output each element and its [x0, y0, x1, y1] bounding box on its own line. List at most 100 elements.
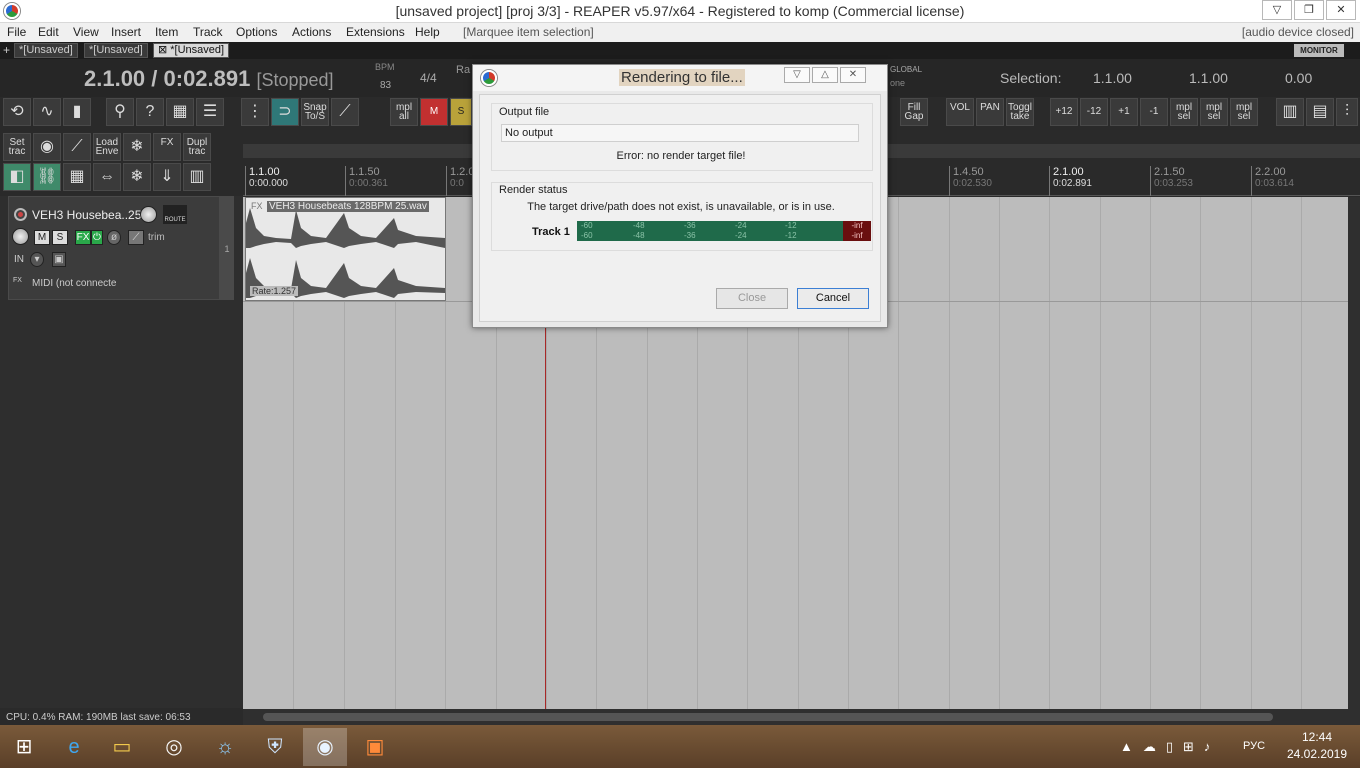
clock-time[interactable]: 12:44 [1282, 730, 1352, 744]
system-tray-icons[interactable]: ▲☁▯⊞♪ [1120, 739, 1220, 755]
list-icon[interactable]: ☰ [196, 98, 224, 126]
menu-edit[interactable]: Edit [38, 25, 59, 39]
duplicate-track-button[interactable]: Dupl trac [183, 133, 211, 161]
volume-knob[interactable] [140, 206, 157, 223]
dialog-collapse-button[interactable]: ▽ [784, 67, 810, 83]
route-button[interactable]: ROUTE [163, 205, 187, 224]
load-envelope-button[interactable]: Load Enve [93, 133, 121, 161]
midi-input-label[interactable]: MIDI (not connecte [32, 278, 116, 289]
menu-extensions[interactable]: Extensions [346, 25, 405, 39]
project-tab-3[interactable]: ⊠ *[Unsaved] [153, 43, 230, 58]
selection-end[interactable]: 1.1.00 [1189, 70, 1228, 86]
fx-chain-button[interactable]: FX [75, 230, 91, 245]
selection-length[interactable]: 0.00 [1285, 70, 1312, 86]
mpl-sel-button-1[interactable]: mpl sel [1170, 98, 1198, 126]
slides-icon[interactable]: ▣ [353, 728, 397, 766]
plus12-button[interactable]: +12 [1050, 98, 1078, 126]
mpl-all-button[interactable]: mpl all [390, 98, 418, 126]
grid-icon[interactable]: ⋮ [241, 98, 269, 126]
help-icon[interactable]: ? [136, 98, 164, 126]
toggle-take-button[interactable]: Toggl take [1006, 98, 1034, 126]
minimize-button[interactable]: ▽ [1262, 0, 1292, 20]
new-tab-button[interactable]: + [3, 43, 10, 57]
minus12-button[interactable]: -12 [1080, 98, 1108, 126]
pan-knob[interactable] [12, 228, 29, 245]
menu-help[interactable]: Help [415, 25, 440, 39]
scroll-thumb[interactable] [263, 713, 1273, 721]
eye-icon[interactable]: ◉ [33, 133, 61, 161]
solo-button[interactable]: S [52, 230, 68, 245]
solo-all-button[interactable]: S [450, 98, 472, 126]
automation-icon[interactable]: ⟋ [63, 133, 91, 161]
mute-all-button[interactable]: M [420, 98, 448, 126]
input-fx-icon[interactable]: FX [13, 277, 22, 284]
envelope-icon[interactable]: ⟋ [331, 98, 359, 126]
automation-mode[interactable]: one [890, 78, 905, 88]
chevron-down-icon[interactable]: ▾ [30, 252, 44, 267]
pan-button[interactable]: PAN [976, 98, 1004, 126]
wave-icon[interactable]: ∿ [33, 98, 61, 126]
chrome-icon[interactable]: ◎ [152, 728, 196, 766]
brush-icon[interactable]: ▮ [63, 98, 91, 126]
mpl-sel-button-2[interactable]: mpl sel [1200, 98, 1228, 126]
snap-icon[interactable]: ⊃ [271, 98, 299, 126]
windows-start-icon[interactable]: ⊞ [2, 728, 46, 766]
piano-icon[interactable]: ▥ [1276, 98, 1304, 126]
dialog-maximize-button[interactable]: △ [812, 67, 838, 83]
bpm-value[interactable]: 83 [380, 80, 391, 91]
menu-track[interactable]: Track [193, 25, 223, 39]
track-header[interactable]: VEH3 Housebea..25 ROUTE M S FX ⏻ ø ⟋ tri… [8, 196, 220, 300]
freeze-icon[interactable]: ❄ [123, 133, 151, 161]
time-signature[interactable]: 4/4 [420, 71, 437, 85]
menu-file[interactable]: File [7, 25, 26, 39]
phase-icon[interactable]: ø [107, 230, 121, 245]
loop-icon[interactable]: ⟲ [3, 98, 31, 126]
snap-button[interactable]: Snap To/S [301, 98, 329, 126]
media-item[interactable]: FX VEH3 Housebeats 128BPM 25.wav Rate:1.… [245, 197, 446, 301]
fader-icon[interactable]: ⫶ [1336, 98, 1358, 126]
project-tab-1[interactable]: *[Unsaved] [14, 43, 78, 58]
menu-view[interactable]: View [73, 25, 99, 39]
sun-app-icon[interactable]: ☼ [203, 728, 247, 766]
grid-select-icon[interactable]: ▦ [63, 163, 91, 191]
item-icon[interactable]: ◧ [3, 163, 31, 191]
shield-icon[interactable]: ⛨ [253, 728, 297, 766]
fx-bypass-icon[interactable]: ⏻ [91, 230, 103, 245]
record-arm-button[interactable] [14, 208, 27, 221]
mixer-icon[interactable]: ▤ [1306, 98, 1334, 126]
mpl-sel-button-3[interactable]: mpl sel [1230, 98, 1258, 126]
set-track-button[interactable]: Set trac [3, 133, 31, 161]
minus1-button[interactable]: -1 [1140, 98, 1168, 126]
track-name[interactable]: VEH3 Housebea..25 [32, 208, 141, 222]
menu-actions[interactable]: Actions [292, 25, 331, 39]
render-icon[interactable]: ⇓ [153, 163, 181, 191]
automation-trim-label[interactable]: trim [148, 232, 165, 243]
language-indicator[interactable]: РУС [1243, 740, 1265, 752]
item-fx-label[interactable]: FX [251, 201, 263, 211]
menu-options[interactable]: Options [236, 25, 277, 39]
file-explorer-icon[interactable]: ▭ [100, 728, 144, 766]
unfreeze-icon[interactable]: ❄ [123, 163, 151, 191]
cancel-render-button[interactable]: Cancel [797, 288, 869, 309]
horizontal-scrollbar[interactable] [243, 709, 1360, 725]
search-icon[interactable]: ⚲ [106, 98, 134, 126]
close-button[interactable]: ✕ [1326, 0, 1356, 20]
monitor-icon[interactable]: ▣ [52, 252, 66, 267]
ripple-icon[interactable]: ⇔ [93, 163, 121, 191]
clock-date[interactable]: 24.02.2019 [1282, 747, 1352, 761]
audio-device-status[interactable]: [audio device closed] [1242, 25, 1354, 39]
color-picker-icon[interactable]: ▥ [183, 163, 211, 191]
link-icon[interactable]: ⛓ [33, 163, 61, 191]
color-icon[interactable]: ▦ [166, 98, 194, 126]
menu-item[interactable]: Item [155, 25, 178, 39]
plus1-button[interactable]: +1 [1110, 98, 1138, 126]
fx-button[interactable]: FX [153, 133, 181, 161]
selection-start[interactable]: 1.1.00 [1093, 70, 1132, 86]
dialog-close-button[interactable]: ✕ [840, 67, 866, 83]
fill-gap-button[interactable]: Fill Gap [900, 98, 928, 126]
reaper-taskbar-icon[interactable]: ◉ [303, 728, 347, 766]
project-tab-2[interactable]: *[Unsaved] [84, 43, 148, 58]
monitor-fx-button[interactable]: MONITOR FX [1294, 44, 1344, 68]
maximize-button[interactable]: ❐ [1294, 0, 1324, 20]
close-render-button[interactable]: Close [716, 288, 788, 309]
